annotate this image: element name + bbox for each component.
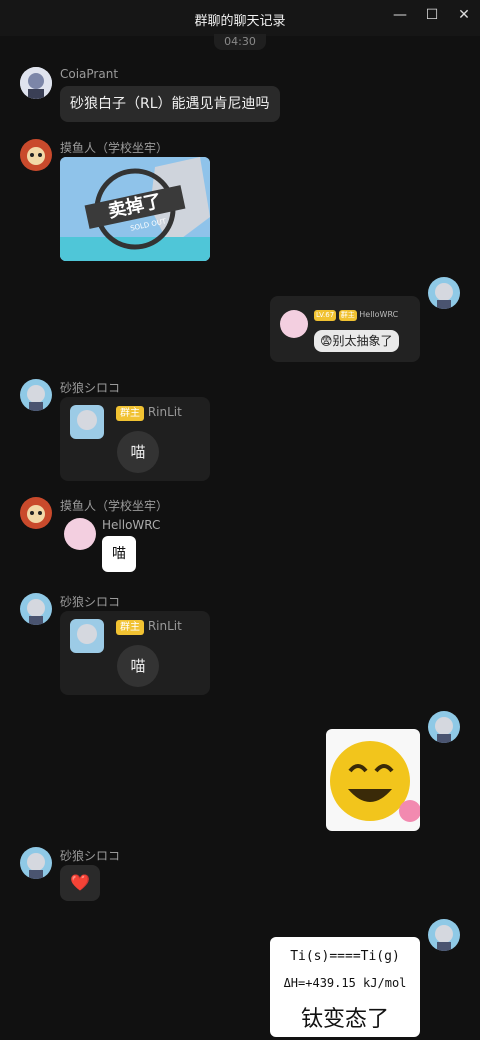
minimize-button[interactable]: — bbox=[388, 6, 412, 24]
equation-image[interactable]: Ti(s)====Ti(g) ΔH=+439.15 kJ/mol 钛变态了 bbox=[270, 937, 420, 1037]
card-avatar bbox=[70, 405, 104, 439]
quoted-avatar bbox=[280, 310, 308, 338]
avatar-image bbox=[428, 277, 460, 309]
sender-name: CoiaPrant bbox=[60, 67, 119, 81]
avatar-image bbox=[428, 919, 460, 951]
sender-name: 砂狼シロコ bbox=[60, 595, 121, 609]
avatar-image bbox=[428, 711, 460, 743]
card-header: 群主 RinLit bbox=[116, 619, 182, 635]
quoted-header: LV.67 群主 HelloWRC bbox=[314, 310, 398, 321]
self-avatar[interactable] bbox=[428, 711, 460, 743]
card-message: 喵 bbox=[117, 431, 159, 473]
card-username: RinLit bbox=[147, 405, 182, 419]
heart-message[interactable]: ❤️ bbox=[60, 865, 100, 901]
avatar[interactable] bbox=[20, 593, 52, 625]
quoted-username: HelloWRC bbox=[102, 518, 161, 532]
avatar-image bbox=[20, 847, 52, 879]
laughing-emoji-icon bbox=[330, 741, 420, 822]
self-avatar[interactable] bbox=[428, 919, 460, 951]
avatar-image bbox=[20, 593, 52, 625]
quoted-text: 😨别太抽象了 bbox=[314, 330, 399, 352]
avatar[interactable] bbox=[20, 847, 52, 879]
image-message[interactable]: 卖掉了 SOLD OUT bbox=[60, 157, 210, 261]
quoted-card[interactable]: LV.67 群主 HelloWRC 😨别太抽象了 bbox=[270, 296, 420, 362]
avatar-image bbox=[20, 67, 52, 99]
forward-card[interactable]: 群主 RinLit 喵 bbox=[60, 397, 210, 481]
card-avatar bbox=[70, 619, 104, 653]
title-bar: 群聊的聊天记录 — ☐ ✕ bbox=[0, 0, 480, 36]
card-header: 群主 RinLit bbox=[116, 405, 182, 421]
equation-delta: ΔH=+439.15 kJ/mol bbox=[283, 976, 407, 990]
avatar-image bbox=[20, 379, 52, 411]
equation-line: Ti(s)====Ti(g) bbox=[290, 949, 400, 964]
level-badge: LV.67 bbox=[314, 310, 337, 321]
close-button[interactable]: ✕ bbox=[452, 6, 476, 24]
owner-badge: 群主 bbox=[116, 406, 144, 421]
card-message: 喵 bbox=[117, 645, 159, 687]
avatar[interactable] bbox=[20, 379, 52, 411]
sender-name: 摸鱼人（学校坐牢） bbox=[60, 141, 169, 155]
time-divider: 04:30 bbox=[214, 34, 266, 50]
sender-name: 摸鱼人（学校坐牢） bbox=[60, 499, 169, 513]
card-username: RinLit bbox=[147, 619, 182, 633]
quoted-text[interactable]: 喵 bbox=[102, 536, 136, 572]
sticker-message[interactable] bbox=[326, 729, 420, 831]
quoted-username: HelloWRC bbox=[359, 310, 399, 319]
message-bubble[interactable]: 砂狼白子（RL）能遇见肯尼迪吗 bbox=[60, 86, 280, 122]
equation-caption: 钛变态了 bbox=[300, 1007, 389, 1032]
avatar-image bbox=[20, 139, 52, 171]
owner-badge: 群主 bbox=[116, 620, 144, 635]
sender-name: 砂狼シロコ bbox=[60, 849, 121, 863]
sender-name: 砂狼シロコ bbox=[60, 381, 121, 395]
owner-badge: 群主 bbox=[338, 310, 357, 321]
quoted-avatar bbox=[64, 518, 96, 550]
avatar[interactable] bbox=[20, 67, 52, 99]
forward-card[interactable]: 群主 RinLit 喵 bbox=[60, 611, 210, 695]
maximize-button[interactable]: ☐ bbox=[420, 6, 444, 24]
avatar[interactable] bbox=[20, 497, 52, 529]
self-avatar[interactable] bbox=[428, 277, 460, 309]
avatar[interactable] bbox=[20, 139, 52, 171]
avatar-image bbox=[20, 497, 52, 529]
